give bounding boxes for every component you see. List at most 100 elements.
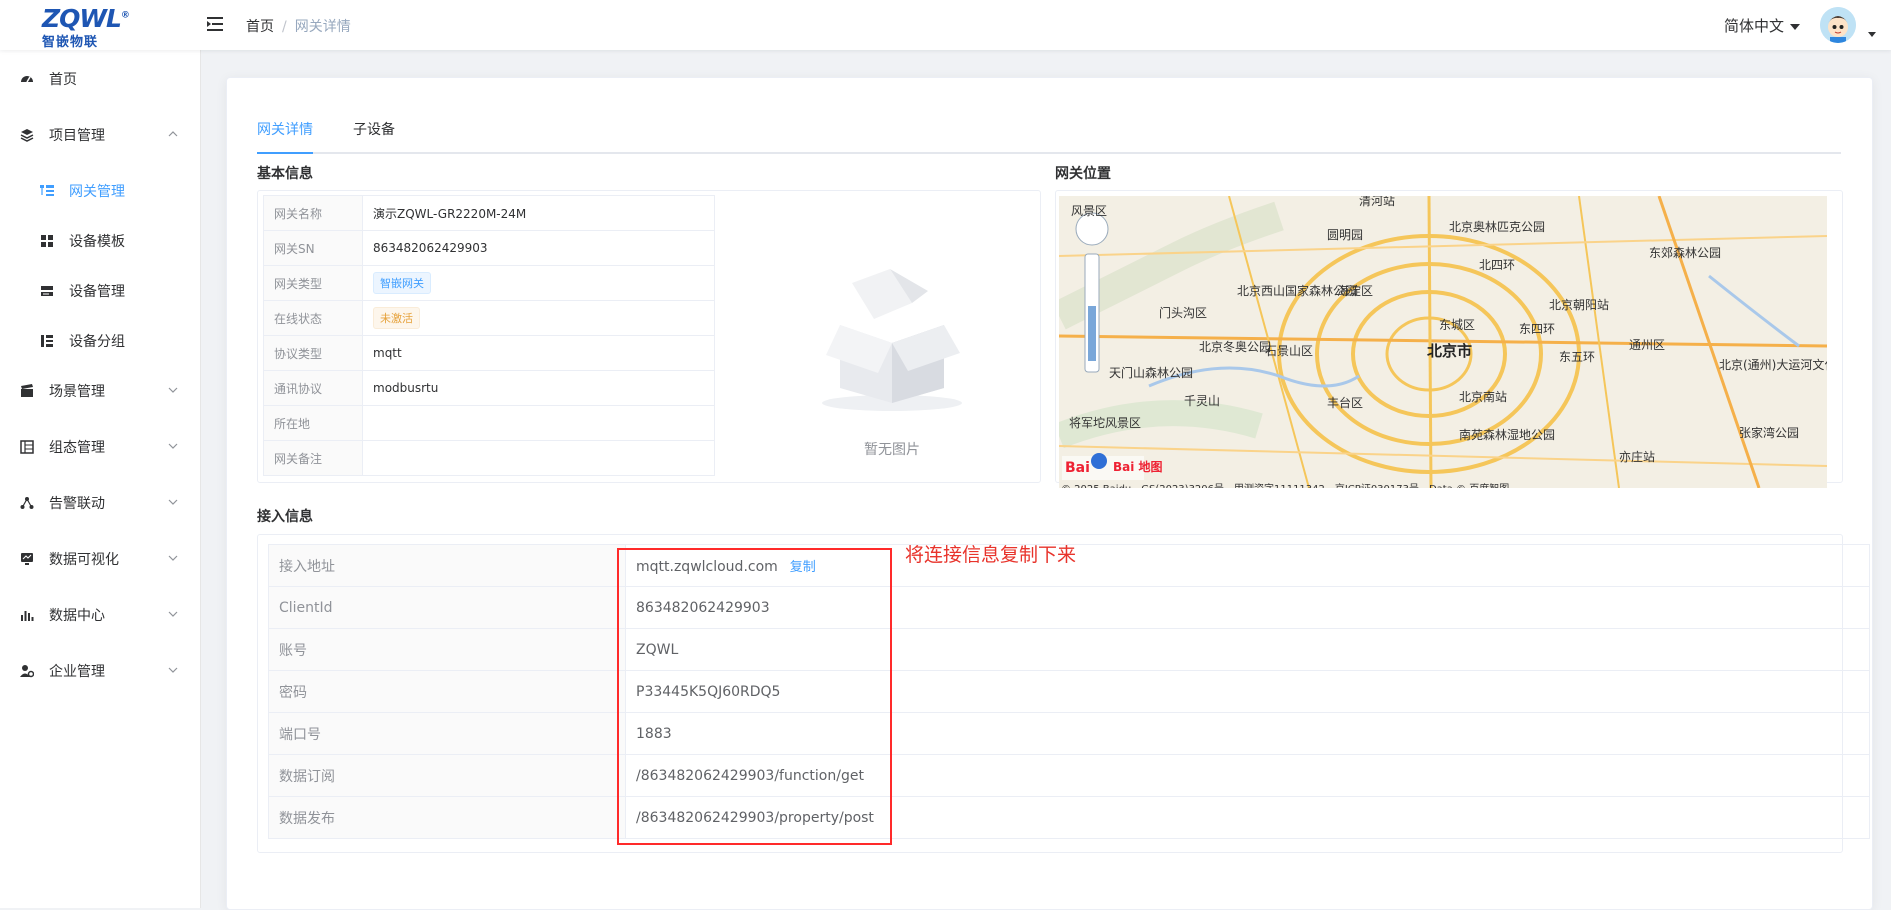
- sidebar-item-gateway[interactable]: 网关管理: [0, 163, 200, 219]
- top-header: ZQWL® 智嵌物联 首页 / 网关详情 简体中文: [0, 0, 1891, 50]
- gateway-type-tag: 智嵌网关: [373, 272, 431, 294]
- bar-chart-icon: [21, 611, 34, 621]
- dashboard-icon: [21, 76, 33, 83]
- map-place: 门头沟区: [1159, 306, 1208, 320]
- breadcrumb-separator: /: [282, 19, 287, 35]
- monitor-icon: [21, 553, 33, 565]
- location-value: [362, 405, 715, 441]
- map-place: 东城区: [1439, 318, 1476, 332]
- sidebar-item-enterprise[interactable]: 企业管理: [0, 643, 200, 699]
- map-place: 圆明园: [1327, 228, 1364, 242]
- remark-value: [362, 440, 715, 476]
- map-place-city: 北京市: [1427, 342, 1473, 360]
- sidebar-item-label: 组态管理: [49, 440, 105, 456]
- map-place: 清河站: [1359, 196, 1396, 208]
- collapse-menu-icon[interactable]: [206, 15, 224, 33]
- basic-info-panel: 网关名称 演示ZQWL-GR2220M-24M 网关SN 8634820624299…: [257, 190, 1041, 483]
- sidebar-item-device-template[interactable]: 设备模板: [0, 213, 200, 269]
- chevron-down-icon: [168, 387, 178, 393]
- field-label: 接入地址: [268, 544, 626, 587]
- sidebar: 首页 项目管理 网关管理 设备模板 设备管理 设备分组 场景管理 组态管理 告警…: [0, 50, 201, 908]
- no-image-text: 暂无图片: [864, 442, 920, 458]
- table-row: 数据发布 /863482062429903/property/post: [268, 796, 1870, 839]
- tab-sub-devices[interactable]: 子设备: [353, 118, 395, 152]
- sidebar-item-label: 设备模板: [69, 234, 125, 250]
- field-label: 密码: [268, 670, 626, 713]
- sidebar-item-alarm-linkage[interactable]: 告警联动: [0, 475, 200, 531]
- field-label: 网关类型: [263, 265, 363, 301]
- avatar-caret-icon[interactable]: [1868, 32, 1876, 37]
- sidebar-item-home[interactable]: 首页: [0, 51, 200, 107]
- sidebar-item-device-manage[interactable]: 设备管理: [0, 263, 200, 319]
- tab-gateway-detail[interactable]: 网关详情: [257, 118, 313, 154]
- user-avatar[interactable]: [1820, 7, 1856, 43]
- table-row: 密码 P33445K5QJ60RDQ5: [268, 670, 1870, 713]
- map-place: 东五环: [1559, 350, 1596, 364]
- sidebar-item-scene[interactable]: 场景管理: [0, 363, 200, 419]
- sidebar-item-data-center[interactable]: 数据中心: [0, 587, 200, 643]
- map-place: 北京(通州)大运河文化旅游景区: [1719, 358, 1827, 372]
- map-place: 海淀区: [1337, 284, 1374, 298]
- map-place: 北京朝阳站: [1549, 298, 1610, 312]
- tree-list-icon: [40, 185, 54, 196]
- map-place: 丰台区: [1327, 396, 1364, 410]
- map-place: 北京冬奥公园: [1199, 340, 1272, 354]
- sidebar-item-project[interactable]: 项目管理: [0, 107, 200, 163]
- table-row: 数据订阅 /863482062429903/function/get: [268, 754, 1870, 797]
- sidebar-item-label: 场景管理: [49, 384, 105, 400]
- sidebar-item-device-group[interactable]: 设备分组: [0, 313, 200, 369]
- map-place: 东四环: [1519, 322, 1556, 336]
- map-place: 亦庄站: [1619, 450, 1656, 464]
- logo-subtitle: 智嵌物联: [42, 35, 99, 50]
- map-place: 通州区: [1629, 338, 1666, 352]
- access-info-table: 接入地址 mqtt.zqwlcloud.com 复制 ClientId 86348…: [268, 544, 1870, 839]
- comm-protocol-value: modbusrtu: [362, 370, 715, 406]
- chevron-down-icon: [168, 667, 178, 673]
- table-row: 端口号 1883: [268, 712, 1870, 755]
- table-row: 通讯协议 modbusrtu: [263, 370, 715, 406]
- table-row: 网关备注: [263, 440, 715, 476]
- table-row: 网关类型 智嵌网关: [263, 265, 715, 301]
- map-place: 北四环: [1479, 258, 1516, 272]
- sidebar-item-configuration[interactable]: 组态管理: [0, 419, 200, 475]
- layers-icon: [20, 129, 34, 142]
- field-label: 端口号: [268, 712, 626, 755]
- map-place: 东郊森林公园: [1649, 246, 1722, 260]
- list-icon: [20, 440, 34, 454]
- tab-bar: 网关详情 子设备: [257, 118, 1841, 154]
- baidu-map[interactable]: Bai 风景区 圆明园 北京奥林匹克公园 东郊森林公园 北四环 北京西山国家森林…: [1059, 196, 1827, 488]
- language-selector[interactable]: 简体中文: [1724, 15, 1801, 36]
- map-place: 将军坨风景区: [1069, 416, 1142, 430]
- map-place: 南苑森林湿地公园: [1459, 428, 1556, 442]
- breadcrumb: 首页 / 网关详情: [246, 16, 351, 36]
- table-row: 协议类型 mqtt: [263, 335, 715, 371]
- sidebar-item-data-visualization[interactable]: 数据可视化: [0, 531, 200, 587]
- field-label: 网关名称: [263, 195, 363, 231]
- field-label: ClientId: [268, 586, 626, 629]
- company-logo[interactable]: ZQWL® 智嵌物联: [38, 4, 130, 50]
- field-label: 账号: [268, 628, 626, 671]
- basic-info-table: 网关名称 演示ZQWL-GR2220M-24M 网关SN 8634820624299…: [263, 195, 715, 476]
- map-copyright: © 2025 Baidu - GS(2023)3206号 - 甲测资字11111…: [1061, 480, 1509, 488]
- sidebar-item-label: 项目管理: [49, 128, 105, 144]
- protocol-type-value: mqtt: [362, 335, 715, 371]
- sidebar-item-label: 数据可视化: [49, 552, 119, 568]
- breadcrumb-home[interactable]: 首页: [246, 19, 274, 35]
- access-info-title: 接入信息: [257, 509, 313, 525]
- baidu-map-logo: Bai 地图: [1113, 460, 1163, 474]
- chevron-down-icon: [168, 555, 178, 561]
- field-label: 所在地: [263, 405, 363, 441]
- field-label: 数据发布: [268, 796, 626, 839]
- avatar-face-icon: [1820, 7, 1856, 43]
- device-icon: [41, 286, 53, 296]
- table-row: 账号 ZQWL: [268, 628, 1870, 671]
- no-image-placeholder: 暂无图片: [812, 243, 972, 458]
- caret-down-icon: [1790, 23, 1801, 30]
- sidebar-item-label: 设备管理: [69, 284, 125, 300]
- map-place: 北京奥林匹克公园: [1449, 220, 1546, 234]
- map-place: 千灵山: [1184, 394, 1221, 408]
- map-place: 张家湾公园: [1739, 426, 1800, 440]
- group-icon: [41, 335, 53, 347]
- sidebar-item-label: 首页: [49, 72, 77, 88]
- table-row: ClientId 863482062429903: [268, 586, 1870, 629]
